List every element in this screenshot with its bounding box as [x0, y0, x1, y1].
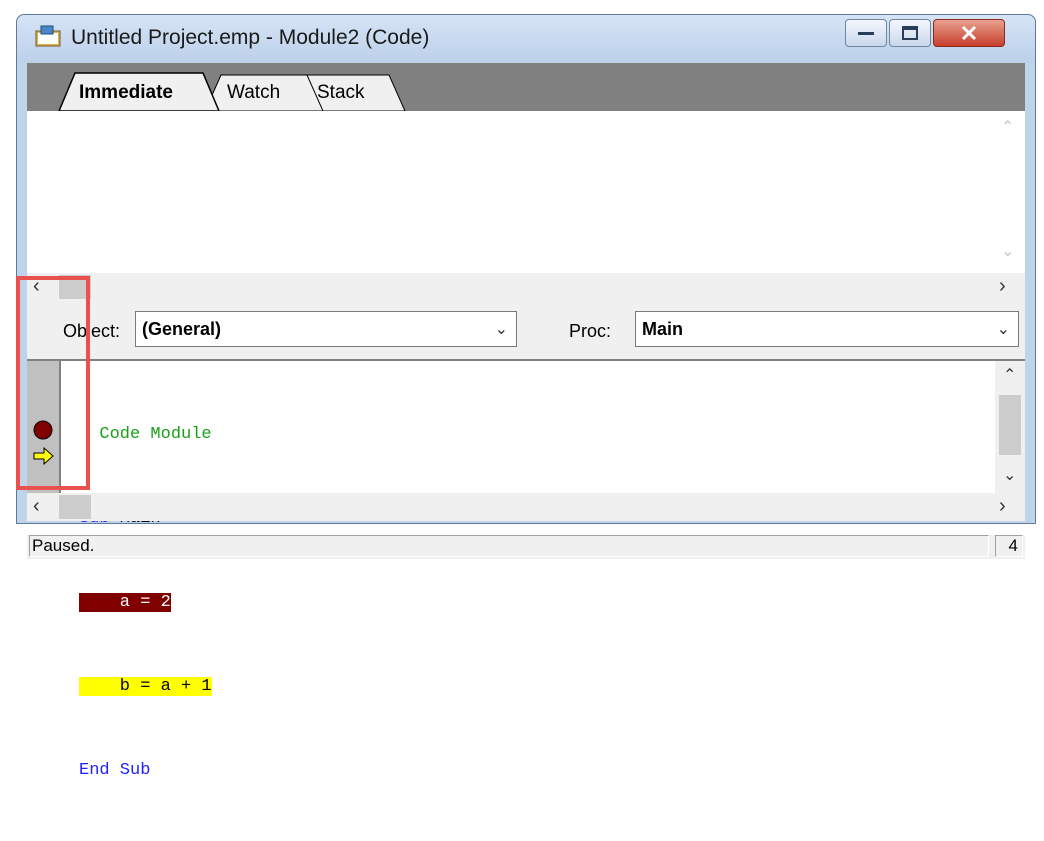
code-keyword: End Sub	[79, 761, 151, 780]
tab-stack[interactable]: Stack	[317, 82, 365, 104]
window-title: Untitled Project.emp - Module2 (Code)	[71, 26, 430, 49]
app-icon	[35, 25, 61, 47]
code-line-current: b = a + 1	[79, 673, 212, 701]
minimize-icon	[858, 32, 874, 35]
code-line: End Sub	[79, 757, 212, 785]
code-hscrollbar[interactable]: ‹ ›	[27, 493, 1025, 521]
maximize-icon	[902, 26, 918, 40]
close-button[interactable]	[933, 19, 1005, 47]
code-window: Untitled Project.emp - Module2 (Code) Im…	[16, 14, 1036, 780]
immediate-hscrollbar[interactable]: ‹ ›	[27, 273, 1025, 301]
combo-row: Object: (General) ⌄ Proc: Main ⌄	[27, 301, 1025, 357]
proc-combo-value: Main	[642, 319, 684, 339]
code-vscrollbar[interactable]: ⌃ ⌄	[995, 361, 1025, 493]
tab-shapes	[58, 72, 406, 111]
title-bar[interactable]: Untitled Project.emp - Module2 (Code)	[17, 15, 1035, 63]
immediate-pane[interactable]: ⌃ ⌄	[27, 111, 1025, 273]
tab-watch[interactable]: Watch	[227, 82, 280, 104]
object-combo[interactable]: (General) ⌄	[135, 311, 517, 347]
hscroll-thumb[interactable]	[59, 495, 91, 519]
scroll-down-icon[interactable]: ⌄	[1001, 241, 1014, 261]
client-area: Immediate Watch Stack ⌃ ⌄ ‹ › Object: (G…	[27, 63, 1025, 780]
code-editor[interactable]: Code Module Sub Main a = 2 b = a + 1 End…	[27, 359, 1025, 780]
tab-strip: Immediate Watch Stack	[27, 63, 1025, 111]
status-text: Paused.	[29, 535, 989, 557]
scroll-right-icon[interactable]: ›	[999, 275, 1006, 298]
scroll-down-icon[interactable]: ⌄	[1003, 465, 1016, 485]
chevron-down-icon: ⌄	[494, 321, 508, 338]
chevron-down-icon: ⌄	[996, 321, 1010, 338]
breakpoint-line: a = 2	[79, 593, 171, 612]
current-line: b = a + 1	[79, 677, 212, 696]
minimize-button[interactable]	[845, 19, 887, 47]
annotation-highlight-box	[16, 276, 90, 490]
status-count: 4	[995, 535, 1023, 557]
code-text[interactable]: Code Module Sub Main a = 2 b = a + 1 End…	[79, 365, 212, 841]
close-icon	[961, 25, 977, 41]
proc-label: Proc:	[569, 321, 612, 341]
scroll-up-icon[interactable]: ⌃	[1001, 117, 1014, 137]
code-line: Code Module	[79, 421, 212, 449]
status-bar: Paused. 4	[27, 535, 1025, 559]
tab-immediate[interactable]: Immediate	[79, 82, 173, 104]
scroll-left-icon[interactable]: ‹	[33, 495, 40, 518]
code-line-breakpoint: a = 2	[79, 589, 212, 617]
maximize-button[interactable]	[889, 19, 931, 47]
scroll-right-icon[interactable]: ›	[999, 495, 1006, 518]
vscroll-thumb[interactable]	[999, 395, 1021, 455]
code-comment: Code Module	[79, 425, 212, 444]
scroll-up-icon[interactable]: ⌃	[1003, 365, 1016, 385]
proc-combo[interactable]: Main ⌄	[635, 311, 1019, 347]
object-combo-value: (General)	[142, 319, 222, 339]
